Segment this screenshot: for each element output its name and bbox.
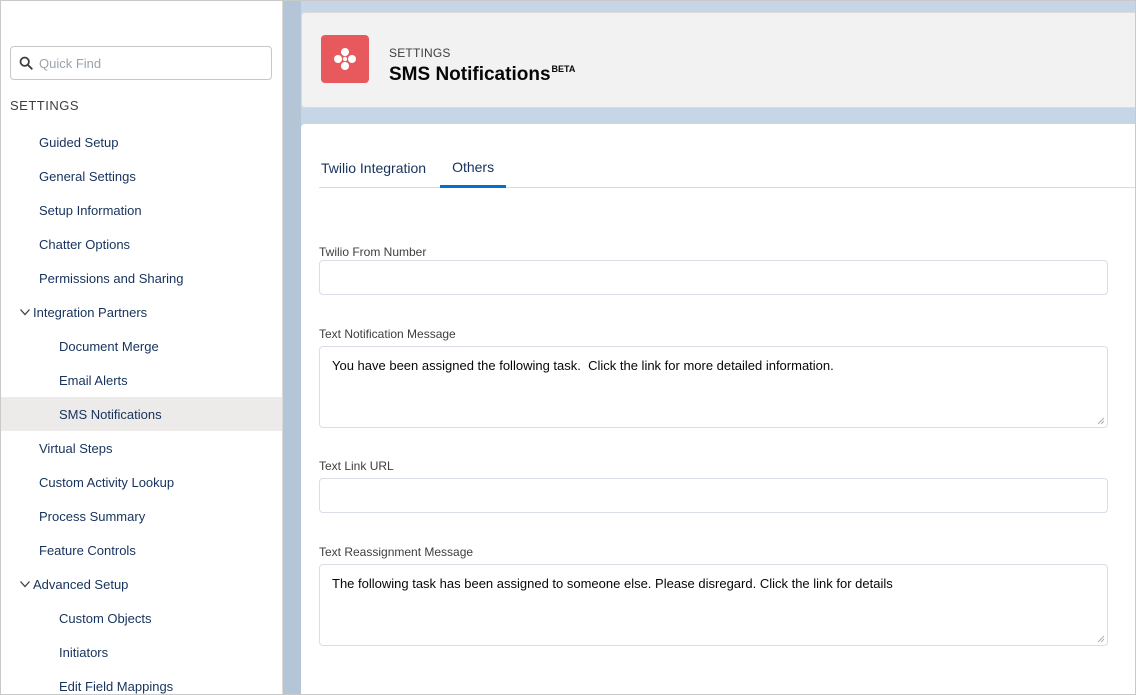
panel-divider [283,1,301,694]
text-reassignment-message-label: Text Reassignment Message [319,545,474,559]
sidebar-item-feature-controls[interactable]: Feature Controls [1,533,282,567]
page-header: SETTINGS SMS NotificationsBETA [301,12,1135,108]
text-reassignment-message-textarea[interactable]: The following task has been assigned to … [319,564,1108,646]
text-link-url-label: Text Link URL [319,459,394,473]
page-eyebrow: SETTINGS [389,46,451,60]
sidebar-group-integration-partners[interactable]: Integration Partners [1,295,282,329]
sidebar-item-edit-field-mappings[interactable]: Edit Field Mappings [1,669,282,694]
app-window: SETTINGS Guided Setup General Settings S… [0,0,1136,695]
resize-grip-icon[interactable] [1097,635,1105,643]
sidebar-item-document-merge[interactable]: Document Merge [1,329,282,363]
tab-bar: Twilio Integration Others [319,148,1135,188]
text-link-url-input[interactable] [319,478,1108,513]
sidebar-section-label: SETTINGS [10,98,80,113]
sidebar-item-chatter-options[interactable]: Chatter Options [1,227,282,261]
sms-app-icon [321,35,369,83]
twilio-from-number-label: Twilio From Number [319,245,427,259]
settings-content: Twilio Integration Others Twilio From Nu… [301,124,1135,694]
sidebar-item-label: Chatter Options [39,236,131,252]
tab-twilio-integration[interactable]: Twilio Integration [319,148,428,188]
sidebar-item-label: Feature Controls [39,542,136,558]
sidebar-item-guided-setup[interactable]: Guided Setup [1,125,282,159]
sidebar-item-label: Custom Objects [59,610,152,626]
chevron-down-icon[interactable] [19,306,31,318]
sidebar-item-label: Advanced Setup [33,576,129,592]
beta-badge: BETA [551,64,576,74]
sidebar-item-custom-activity-lookup[interactable]: Custom Activity Lookup [1,465,282,499]
main-panel: SETTINGS SMS NotificationsBETA Twilio In… [301,1,1135,694]
sidebar-item-general-settings[interactable]: General Settings [1,159,282,193]
sidebar-item-email-alerts[interactable]: Email Alerts [1,363,282,397]
sidebar-item-virtual-steps[interactable]: Virtual Steps [1,431,282,465]
sidebar-item-label: Process Summary [39,508,146,524]
sidebar-item-initiators[interactable]: Initiators [1,635,282,669]
quick-find-box[interactable] [10,46,272,80]
sidebar-item-setup-information[interactable]: Setup Information [1,193,282,227]
settings-sidebar: SETTINGS Guided Setup General Settings S… [1,1,283,694]
sidebar-item-sms-notifications[interactable]: SMS Notifications [1,397,282,431]
sidebar-item-label: Integration Partners [33,304,148,320]
sidebar-item-label: SMS Notifications [59,406,162,422]
page-title-text: SMS Notifications [389,64,551,85]
twilio-from-number-input[interactable] [319,260,1108,295]
page-title: SMS NotificationsBETA [389,64,575,86]
text-notification-message-textarea[interactable]: You have been assigned the following tas… [319,346,1108,428]
text-notification-message-label: Text Notification Message [319,327,456,341]
sidebar-item-label: Guided Setup [39,134,119,150]
sidebar-nav: Guided Setup General Settings Setup Info… [1,125,282,694]
sidebar-item-permissions-and-sharing[interactable]: Permissions and Sharing [1,261,282,295]
sidebar-item-label: Custom Activity Lookup [39,474,175,490]
flower-icon [334,48,356,70]
search-icon [19,56,33,70]
sidebar-item-label: Initiators [59,644,109,660]
sidebar-group-advanced-setup[interactable]: Advanced Setup [1,567,282,601]
sidebar-item-label: Email Alerts [59,372,128,388]
sidebar-item-label: General Settings [39,168,136,184]
sidebar-item-label: Permissions and Sharing [39,270,184,286]
sidebar-item-label: Edit Field Mappings [59,678,174,694]
tab-others[interactable]: Others [440,148,507,188]
resize-grip-icon[interactable] [1097,417,1105,425]
sidebar-item-label: Document Merge [59,338,159,354]
sidebar-item-custom-objects[interactable]: Custom Objects [1,601,282,635]
sidebar-item-label: Virtual Steps [39,440,113,456]
sidebar-item-process-summary[interactable]: Process Summary [1,499,282,533]
quick-find-input[interactable] [39,55,259,71]
chevron-down-icon[interactable] [19,578,31,590]
sidebar-item-label: Setup Information [39,202,142,218]
